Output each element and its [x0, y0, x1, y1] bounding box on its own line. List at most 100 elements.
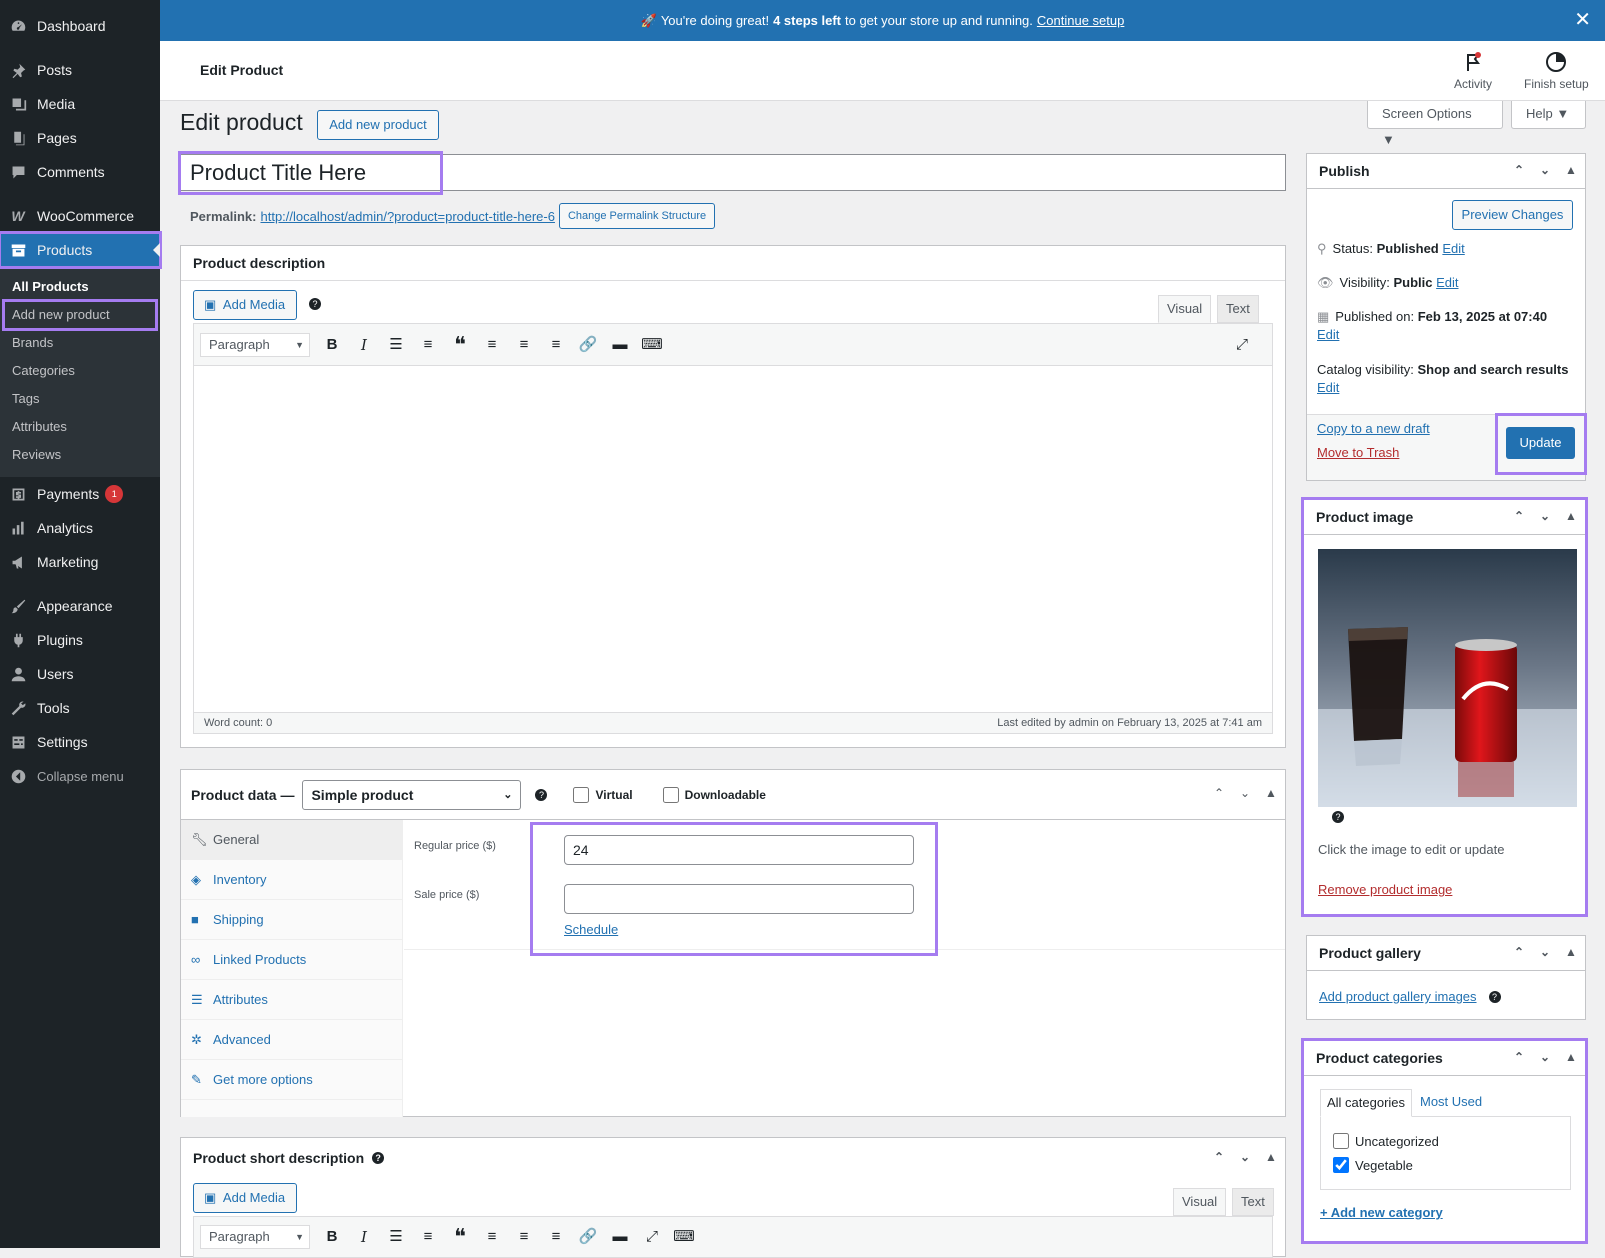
help-icon[interactable]: ?: [309, 298, 321, 310]
help-icon[interactable]: ?: [372, 1152, 385, 1164]
menu-plugins[interactable]: Plugins: [0, 623, 160, 657]
read-more-icon[interactable]: ▬: [608, 1225, 632, 1249]
finish-setup-button[interactable]: Finish setup: [1524, 51, 1589, 91]
menu-analytics[interactable]: Analytics: [0, 511, 160, 545]
italic-icon[interactable]: I: [352, 1225, 376, 1249]
menu-settings[interactable]: Settings: [0, 725, 160, 759]
quote-icon[interactable]: ❝: [448, 332, 472, 357]
category-item[interactable]: Vegetable: [1333, 1157, 1413, 1173]
preview-changes-button[interactable]: Preview Changes: [1452, 200, 1573, 230]
fullscreen-icon[interactable]: ⤢: [640, 1225, 664, 1249]
submenu-add-new-product[interactable]: Add new product: [2, 299, 158, 331]
add-new-category-link[interactable]: + Add new category: [1320, 1205, 1443, 1220]
menu-marketing[interactable]: Marketing: [0, 545, 160, 579]
chevron-up-icon[interactable]: ⌃: [1511, 509, 1527, 523]
tab-all-categories[interactable]: All categories: [1320, 1089, 1413, 1117]
bullet-list-icon[interactable]: ☰: [384, 1225, 408, 1249]
toggle-icon[interactable]: ▲: [1563, 163, 1579, 177]
menu-products[interactable]: Products: [0, 231, 162, 269]
numbered-list-icon[interactable]: ≡: [416, 1225, 440, 1249]
add-media-button[interactable]: ▣ Add Media: [193, 290, 297, 320]
category-checkbox-uncategorized[interactable]: [1333, 1133, 1349, 1149]
bullet-list-icon[interactable]: ☰: [384, 333, 408, 357]
permalink-link[interactable]: http://localhost/admin/?product=product-…: [260, 209, 554, 224]
screen-options-button[interactable]: Screen Options ▼: [1367, 101, 1503, 147]
chevron-down-icon[interactable]: ⌄: [1237, 1150, 1253, 1164]
toggle-icon[interactable]: ▲: [1263, 786, 1279, 800]
help-button[interactable]: Help ▼: [1511, 101, 1586, 129]
copy-draft-link[interactable]: Copy to a new draft: [1317, 421, 1430, 436]
remove-image-link[interactable]: Remove product image: [1318, 882, 1452, 897]
submenu-reviews[interactable]: Reviews: [0, 441, 160, 469]
tab-text[interactable]: Text: [1217, 295, 1259, 323]
regular-price-input[interactable]: 24: [564, 835, 914, 865]
menu-dashboard[interactable]: Dashboard: [0, 9, 160, 43]
toggle-icon[interactable]: ▲: [1563, 945, 1579, 959]
menu-payments[interactable]: Payments 1: [0, 477, 160, 511]
chevron-down-icon[interactable]: ⌄: [1237, 786, 1253, 800]
toggle-icon[interactable]: ▲: [1563, 509, 1579, 523]
add-new-product-button[interactable]: Add new product: [317, 110, 439, 140]
submenu-all-products[interactable]: All Products: [0, 273, 160, 301]
virtual-checkbox[interactable]: [573, 786, 590, 803]
product-image[interactable]: [1318, 549, 1577, 807]
edit-date-link[interactable]: Edit: [1317, 327, 1339, 342]
continue-setup-link[interactable]: Continue setup: [1037, 13, 1124, 28]
tab-get-more-options[interactable]: ✎ Get more options: [181, 1060, 402, 1100]
category-item[interactable]: Uncategorized: [1333, 1133, 1439, 1149]
submenu-tags[interactable]: Tags: [0, 385, 160, 413]
tab-general[interactable]: 🔧︎ General: [181, 820, 402, 860]
chevron-down-icon[interactable]: ⌄: [1537, 163, 1553, 177]
category-checkbox-vegetable[interactable]: [1333, 1157, 1349, 1173]
tab-visual[interactable]: Visual: [1173, 1188, 1227, 1216]
chevron-up-icon[interactable]: ⌃: [1511, 1050, 1527, 1064]
tab-advanced[interactable]: ✲ Advanced: [181, 1020, 402, 1060]
product-type-select[interactable]: Simple product ⌄: [302, 779, 522, 810]
menu-users[interactable]: Users: [0, 657, 160, 691]
menu-collapse[interactable]: Collapse menu: [0, 759, 160, 793]
edit-status-link[interactable]: Edit: [1442, 241, 1464, 256]
menu-pages[interactable]: Pages: [0, 121, 160, 155]
submenu-attributes[interactable]: Attributes: [0, 413, 160, 441]
change-permalink-button[interactable]: Change Permalink Structure: [558, 203, 716, 229]
align-center-icon[interactable]: ≡: [512, 333, 536, 357]
move-to-trash-link[interactable]: Move to Trash: [1317, 445, 1399, 460]
format-select[interactable]: Paragraph ▼: [200, 1225, 310, 1249]
edit-visibility-link[interactable]: Edit: [1436, 275, 1458, 290]
help-icon[interactable]: ?: [1332, 811, 1344, 823]
menu-posts[interactable]: Posts: [0, 53, 160, 87]
toggle-icon[interactable]: ▲: [1563, 1050, 1579, 1064]
align-right-icon[interactable]: ≡: [544, 333, 568, 357]
read-more-icon[interactable]: ▬: [608, 333, 632, 357]
chevron-up-icon[interactable]: ⌃: [1211, 786, 1227, 800]
toolbar-toggle-icon[interactable]: ⌨: [672, 1225, 696, 1249]
chevron-down-icon[interactable]: ⌄: [1537, 945, 1553, 959]
menu-tools[interactable]: Tools: [0, 691, 160, 725]
align-right-icon[interactable]: ≡: [544, 1225, 568, 1249]
menu-media[interactable]: Media: [0, 87, 160, 121]
chevron-down-icon[interactable]: ⌄: [1537, 1050, 1553, 1064]
bold-icon[interactable]: B: [320, 333, 344, 357]
tab-text[interactable]: Text: [1232, 1188, 1274, 1216]
chevron-up-icon[interactable]: ⌃: [1511, 163, 1527, 177]
tab-attributes[interactable]: ☰ Attributes: [181, 980, 402, 1020]
product-title-input[interactable]: Product Title Here: [178, 151, 443, 195]
toggle-icon[interactable]: ▲: [1263, 1150, 1279, 1164]
quote-icon[interactable]: ❝: [448, 1225, 472, 1249]
editor-content[interactable]: [194, 366, 1272, 712]
tab-inventory[interactable]: ◈ Inventory: [181, 860, 402, 900]
align-center-icon[interactable]: ≡: [512, 1225, 536, 1249]
add-gallery-images-link[interactable]: Add product gallery images: [1319, 989, 1477, 1004]
link-icon[interactable]: 🔗: [576, 333, 600, 357]
submenu-categories[interactable]: Categories: [0, 357, 160, 385]
align-left-icon[interactable]: ≡: [480, 333, 504, 357]
help-icon[interactable]: ?: [535, 788, 548, 801]
close-icon[interactable]: ✕: [1574, 10, 1591, 30]
update-button[interactable]: Update: [1506, 427, 1575, 459]
chevron-up-icon[interactable]: ⌃: [1211, 1150, 1227, 1164]
tab-most-used[interactable]: Most Used: [1420, 1094, 1482, 1109]
italic-icon[interactable]: I: [352, 333, 376, 357]
sale-price-input[interactable]: [564, 884, 914, 914]
schedule-link[interactable]: Schedule: [564, 922, 618, 937]
menu-woocommerce[interactable]: W WooCommerce: [0, 199, 160, 233]
